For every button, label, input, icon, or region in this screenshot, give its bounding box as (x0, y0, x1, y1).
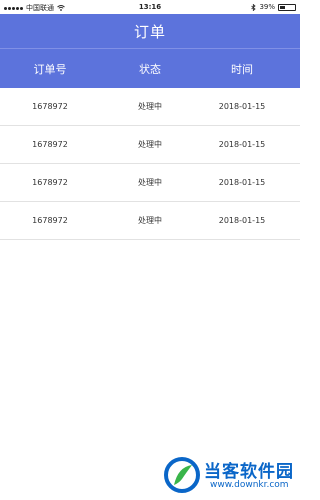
table-row[interactable]: 1678972 处理中 2018-01-15 (0, 126, 300, 164)
watermark-url: www.downkr.com (210, 480, 289, 490)
order-table-body: 1678972 处理中 2018-01-15 1678972 处理中 2018-… (0, 88, 300, 240)
time-cell: 2018-01-15 (218, 216, 266, 225)
status-bar: 中国联通 13:16 39% (0, 0, 300, 14)
table-row[interactable]: 1678972 处理中 2018-01-15 (0, 164, 300, 202)
status-cell: 处理中 (138, 102, 162, 111)
order-number-cell: 1678972 (32, 102, 68, 111)
time-cell: 2018-01-15 (218, 178, 266, 187)
table-row[interactable]: 1678972 处理中 2018-01-15 (0, 202, 300, 240)
order-number-cell: 1678972 (32, 216, 68, 225)
battery-icon (278, 3, 296, 11)
watermark: 当客软件园 www.downkr.com (160, 455, 296, 497)
column-header-status: 状态 (139, 62, 161, 76)
status-cell: 处理中 (138, 140, 162, 149)
table-row[interactable]: 1678972 处理中 2018-01-15 (0, 88, 300, 126)
order-number-cell: 1678972 (32, 140, 68, 149)
status-cell: 处理中 (138, 216, 162, 225)
column-header-order-number: 订单号 (33, 62, 67, 76)
time-cell: 2018-01-15 (218, 102, 266, 111)
order-number-cell: 1678972 (32, 178, 68, 187)
table-header: 订单号 状态 时间 (0, 49, 300, 88)
column-header-time: 时间 (231, 62, 253, 76)
battery-percent: 39% (259, 3, 275, 11)
time-cell: 2018-01-15 (218, 140, 266, 149)
page-title-bar: 订单 (0, 14, 300, 48)
watermark-name: 当客软件园 (204, 462, 294, 482)
downkr-logo-icon (164, 457, 200, 493)
status-cell: 处理中 (138, 178, 162, 187)
page-title: 订单 (133, 22, 166, 41)
status-right: 39% (251, 3, 296, 11)
bluetooth-icon (251, 3, 257, 11)
